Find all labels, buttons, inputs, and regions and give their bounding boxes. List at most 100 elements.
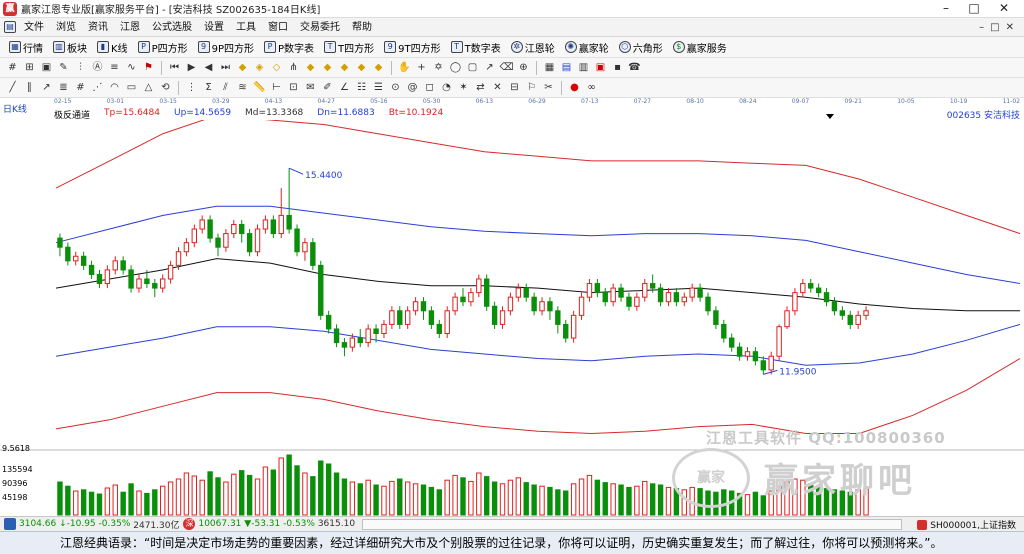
list-icon[interactable]: ☰ xyxy=(372,81,386,95)
arc-icon[interactable]: ◠ xyxy=(108,81,122,95)
diamond-mark-icon[interactable]: ◆ xyxy=(355,61,369,75)
bars-icon[interactable]: ⫶ xyxy=(74,61,88,75)
status-scrollbar[interactable] xyxy=(362,519,902,530)
grid-line-icon[interactable]: # xyxy=(74,81,88,95)
arrow-icon[interactable]: ↗ xyxy=(483,61,497,75)
first-icon[interactable]: ⏮ xyxy=(168,61,182,75)
text-icon[interactable]: Ⓐ xyxy=(91,61,105,75)
ruler-h-icon[interactable]: ⊟ xyxy=(508,81,522,95)
save-icon[interactable]: ▪ xyxy=(611,61,625,75)
crosshair-icon[interactable]: + xyxy=(415,61,429,75)
toolbar-t-square-button[interactable]: T T四方形 xyxy=(319,38,379,57)
toolbar-9p-square-button[interactable]: 9 9P四方形 xyxy=(193,38,259,57)
fib-icon[interactable]: ≣ xyxy=(57,81,71,95)
chart-cursor-icon[interactable]: ⊞ xyxy=(23,61,37,75)
toolbar-p-square-button[interactable]: P P四方形 xyxy=(133,38,193,57)
parallel-icon[interactable]: ∥ xyxy=(23,81,37,95)
triangle-icon[interactable]: △ xyxy=(142,81,156,95)
phone-icon[interactable]: ☎ xyxy=(628,61,642,75)
back-icon[interactable]: ◀ xyxy=(202,61,216,75)
diamond-right-icon[interactable]: ◆ xyxy=(338,61,352,75)
mdi-window-controls[interactable]: –□✕ xyxy=(979,18,1020,37)
maximize-icon[interactable]: □ xyxy=(960,0,988,18)
measure-icon[interactable]: ⊢ xyxy=(270,81,284,95)
line-icon[interactable]: ╱ xyxy=(6,81,20,95)
eraser-icon[interactable]: ⌫ xyxy=(500,61,514,75)
hash-icon[interactable]: # xyxy=(6,61,20,75)
cross-icon[interactable]: ✕ xyxy=(491,81,505,95)
diamond-down-icon[interactable]: ◇ xyxy=(270,61,284,75)
menu-news[interactable]: 资讯 xyxy=(82,18,114,37)
infinity-icon[interactable]: ∞ xyxy=(585,81,599,95)
square-tool-icon[interactable]: ◻ xyxy=(423,81,437,95)
status-right[interactable]: SH000001,上证指数 xyxy=(917,518,1016,531)
book-icon[interactable]: ▤ xyxy=(560,61,574,75)
target-icon[interactable]: ⊙ xyxy=(389,81,403,95)
hexagram-icon[interactable]: ✡ xyxy=(432,61,446,75)
channel-icon[interactable]: ⫽ xyxy=(219,81,233,95)
minimize-icon[interactable]: – xyxy=(932,0,960,18)
menu-tools[interactable]: 工具 xyxy=(230,18,262,37)
zoom-icon[interactable]: ⊕ xyxy=(517,61,531,75)
note-icon[interactable]: ✉ xyxy=(304,81,318,95)
cut-icon[interactable]: ✂ xyxy=(542,81,556,95)
wave-icon[interactable]: ∿ xyxy=(125,61,139,75)
menu-window[interactable]: 窗口 xyxy=(262,18,294,37)
color-icon[interactable]: ● xyxy=(568,81,582,95)
diamond-icon[interactable]: ◆ xyxy=(236,61,250,75)
fan-icon[interactable]: ⋔ xyxy=(287,61,301,75)
hlines-icon[interactable]: ≡ xyxy=(108,61,122,75)
toolbar-service-button[interactable]: $ 赢家服务 xyxy=(668,38,732,57)
table-icon[interactable]: ▥ xyxy=(577,61,591,75)
diamond-up-icon[interactable]: ◈ xyxy=(253,61,267,75)
flag-icon[interactable]: ⚑ xyxy=(142,61,156,75)
calendar-icon[interactable]: ▣ xyxy=(40,61,54,75)
toolbar-hexagon-button[interactable]: ⬡ 六角形 xyxy=(614,38,668,57)
label-icon[interactable]: ⊡ xyxy=(287,81,301,95)
box-tool-icon[interactable]: ▭ xyxy=(125,81,139,95)
menu-settings[interactable]: 设置 xyxy=(198,18,230,37)
menu-gann[interactable]: 江恩 xyxy=(114,18,146,37)
dropdown-arrow-icon[interactable] xyxy=(826,114,834,119)
menu-formula-screen[interactable]: 公式选股 xyxy=(146,18,198,37)
sz-market-icon[interactable]: 深 xyxy=(183,518,196,530)
pen-icon[interactable]: ✎ xyxy=(57,61,71,75)
arrows-icon[interactable]: ⇄ xyxy=(474,81,488,95)
toolbar-gann-wheel-button[interactable]: ✲ 江恩轮 xyxy=(506,38,560,57)
period-icon[interactable]: ⋮ xyxy=(185,81,199,95)
menu-file[interactable]: 文件 xyxy=(18,18,50,37)
calc-icon[interactable]: ▦ xyxy=(543,61,557,75)
ruler-icon[interactable]: 📏 xyxy=(253,81,267,95)
toolbar-p-table-button[interactable]: P P数字表 xyxy=(259,38,319,57)
square-icon[interactable]: ▢ xyxy=(466,61,480,75)
toolbar-kline-button[interactable]: ▮ K线 xyxy=(92,38,133,57)
angle-icon[interactable]: ∠ xyxy=(338,81,352,95)
last-icon[interactable]: ⏭ xyxy=(219,61,233,75)
gann-fan-icon[interactable]: ⋰ xyxy=(91,81,105,95)
speed-icon[interactable]: ≋ xyxy=(236,81,250,95)
close-icon[interactable]: ✕ xyxy=(990,0,1018,18)
doc-menu-icon[interactable]: ▤ xyxy=(4,21,16,33)
play-icon[interactable]: ▶ xyxy=(185,61,199,75)
star-icon[interactable]: ✶ xyxy=(457,81,471,95)
ladder-icon[interactable]: ☷ xyxy=(355,81,369,95)
toolbar-winner-wheel-button[interactable]: ✺ 赢家轮 xyxy=(560,38,614,57)
hand-icon[interactable]: ✋ xyxy=(398,61,412,75)
toolbar-sectors-button[interactable]: ▥ 板块 xyxy=(48,38,92,57)
ray-icon[interactable]: ↗ xyxy=(40,81,54,95)
menu-help[interactable]: 帮助 xyxy=(346,18,378,37)
cycle-icon[interactable]: ⟲ xyxy=(159,81,173,95)
diamond-fill-icon[interactable]: ◆ xyxy=(304,61,318,75)
menu-trade[interactable]: 交易委托 xyxy=(294,18,346,37)
toolbar-t-table-button[interactable]: T T数字表 xyxy=(446,38,506,57)
diamond-cross-icon[interactable]: ◆ xyxy=(372,61,386,75)
menu-browse[interactable]: 浏览 xyxy=(50,18,82,37)
flag2-icon[interactable]: ⚐ xyxy=(525,81,539,95)
brush-icon[interactable]: ✐ xyxy=(321,81,335,95)
spiral-icon[interactable]: @ xyxy=(406,81,420,95)
box-icon[interactable]: ▣ xyxy=(594,61,608,75)
sum-icon[interactable]: Σ xyxy=(202,81,216,95)
market-icon[interactable] xyxy=(4,518,16,530)
circle-icon[interactable]: ◯ xyxy=(449,61,463,75)
pie-icon[interactable]: ◔ xyxy=(440,81,454,95)
